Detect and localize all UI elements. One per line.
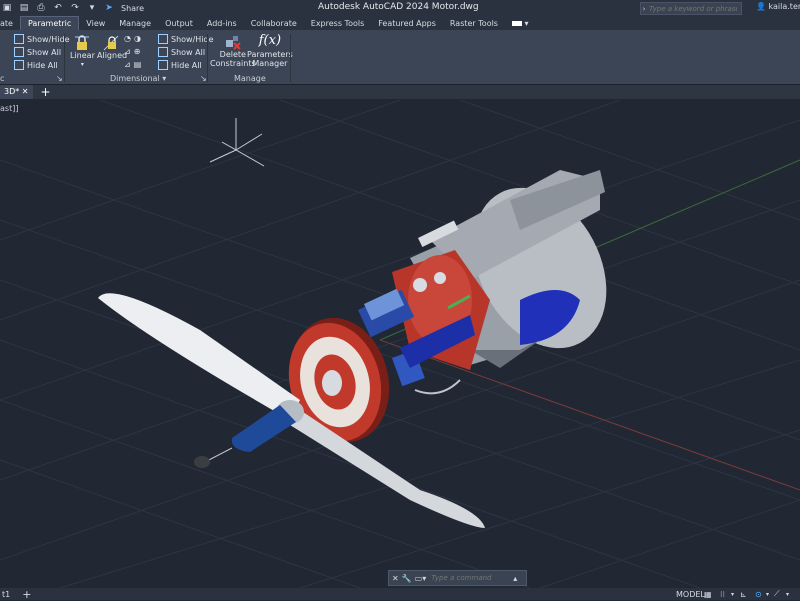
- linear-dimension-icon: [75, 35, 90, 50]
- command-input[interactable]: [429, 573, 514, 583]
- constraint-icon: ⊿: [124, 60, 131, 69]
- tab-add-ins[interactable]: Add-ins: [200, 17, 244, 30]
- model-space-toggle[interactable]: MODEL: [676, 590, 705, 599]
- diameter-icon: ◑: [133, 34, 141, 43]
- ribbon-tabs: ate Parametric View Manage Output Add-in…: [0, 16, 800, 30]
- status-bar: t1 + MODEL ▦ ⁝⁝ ▾ ⊾ ⊙ ▾ ⟋ ▾: [0, 588, 800, 601]
- lock-icon: ▤: [133, 60, 142, 69]
- show-hide-icon: [14, 34, 24, 44]
- search-input[interactable]: [647, 4, 739, 13]
- polar-icon[interactable]: ⊙: [755, 590, 762, 599]
- document-tabs: 3D* ✕ +: [0, 85, 800, 99]
- dimensional-hide-all-button[interactable]: Hide All: [158, 60, 202, 70]
- angular-dim-button[interactable]: ⊿ ⊕: [124, 47, 140, 56]
- geometric-panel-label[interactable]: c: [0, 74, 4, 83]
- show-all-icon: [158, 47, 168, 57]
- quick-access-toolbar: ▣ ▤ ⎙ ↶ ↷ ▾ ➤ Share: [0, 3, 144, 13]
- ribbon-panel: Show/Hide Show All Hide All c ↘ Linear ▾…: [0, 30, 800, 85]
- add-layout-button[interactable]: +: [22, 588, 31, 601]
- dropdown-icon[interactable]: ▾: [87, 3, 97, 13]
- drawing-viewport[interactable]: ast]]: [0, 100, 800, 588]
- wrench-icon[interactable]: 🔧: [402, 574, 412, 583]
- function-icon: f(x): [258, 33, 282, 48]
- show-hide-icon: [158, 34, 168, 44]
- radius-icon: ◔: [124, 34, 131, 43]
- delete-constraints-icon: [225, 36, 241, 50]
- close-icon[interactable]: ✕: [22, 87, 29, 96]
- tab-parametric[interactable]: Parametric: [19, 16, 80, 30]
- chevron-down-icon[interactable]: ▾: [786, 591, 789, 598]
- geometric-panel-launcher[interactable]: ↘: [56, 74, 63, 83]
- tab-featured-apps[interactable]: Featured Apps: [371, 17, 443, 30]
- panel-divider: [290, 34, 291, 82]
- geometric-show-all-button[interactable]: Show All: [14, 47, 61, 57]
- dimensional-panel-label[interactable]: Dimensional ▾: [110, 74, 166, 83]
- layout-tab[interactable]: t1: [2, 590, 10, 599]
- show-all-icon: [14, 47, 24, 57]
- ribbon-options-button[interactable]: ▾: [505, 17, 536, 30]
- title-bar: ▣ ▤ ⎙ ↶ ↷ ▾ ➤ Share Autodesk AutoCAD 202…: [0, 0, 800, 16]
- aligned-button[interactable]: Aligned: [97, 35, 127, 60]
- chevron-down-icon[interactable]: ▾: [766, 591, 769, 598]
- angular-icon: ⊿: [124, 47, 131, 56]
- tab-raster-tools[interactable]: Raster Tools: [443, 17, 505, 30]
- tab-express-tools[interactable]: Express Tools: [304, 17, 372, 30]
- chevron-down-icon[interactable]: ▾: [731, 591, 734, 598]
- tab-create[interactable]: ate: [0, 17, 20, 30]
- undo-icon[interactable]: ↶: [53, 3, 63, 13]
- dim-extra-button[interactable]: ⊿ ▤: [124, 60, 141, 69]
- chevron-down-icon: ▾: [162, 74, 167, 83]
- app-title: Autodesk AutoCAD 2024 Motor.dwg: [318, 2, 479, 12]
- x-axis-line: [379, 339, 800, 491]
- tab-collaborate[interactable]: Collaborate: [244, 17, 304, 30]
- ortho-icon[interactable]: ⊾: [740, 590, 747, 599]
- linear-button[interactable]: Linear ▾: [70, 35, 95, 69]
- close-icon[interactable]: ✕: [392, 574, 399, 583]
- search-box[interactable]: ›: [640, 2, 742, 15]
- document-tab-active[interactable]: 3D* ✕: [0, 85, 33, 99]
- radial-dim-button[interactable]: ◔ ◑: [124, 34, 141, 43]
- hide-all-icon: [14, 60, 24, 70]
- command-history-icon[interactable]: ▭▾: [415, 574, 427, 583]
- tab-view[interactable]: View: [79, 17, 112, 30]
- model-canvas: [0, 100, 800, 588]
- geometric-hide-all-button[interactable]: Hide All: [14, 60, 58, 70]
- user-name: kaila.tened: [768, 2, 800, 11]
- geometric-show-hide-button[interactable]: Show/Hide: [14, 34, 70, 44]
- save-icon[interactable]: ▣: [2, 3, 12, 13]
- grid-icon[interactable]: ▦: [704, 590, 712, 599]
- save-as-icon[interactable]: ▤: [19, 3, 29, 13]
- dimensional-show-all-button[interactable]: Show All: [158, 47, 205, 57]
- parameters-manager-button[interactable]: f(x) Parameters Manager: [247, 32, 293, 68]
- aligned-dimension-icon: [103, 35, 119, 51]
- manage-panel-label[interactable]: Manage: [234, 74, 266, 83]
- convert-icon: ⊕: [133, 47, 141, 56]
- print-icon[interactable]: ⎙: [36, 3, 46, 13]
- snap-icon[interactable]: ⁝⁝: [720, 590, 725, 599]
- redo-icon[interactable]: ↷: [70, 3, 80, 13]
- tab-output[interactable]: Output: [158, 17, 200, 30]
- grid-lines: [0, 100, 800, 588]
- tab-manage[interactable]: Manage: [112, 17, 158, 30]
- isodraft-icon[interactable]: ⟋: [774, 589, 780, 599]
- dimensional-panel-launcher[interactable]: ↘: [200, 74, 207, 83]
- chevron-up-icon[interactable]: ▴: [513, 574, 517, 583]
- panel-divider: [207, 34, 208, 82]
- command-line[interactable]: ✕ 🔧 ▭▾ ▴: [388, 570, 527, 586]
- share-button[interactable]: Share: [121, 4, 144, 13]
- user-account[interactable]: 👤 kaila.tened: [756, 2, 800, 11]
- chevron-down-icon: ▾: [80, 61, 84, 68]
- user-icon: 👤: [756, 2, 766, 11]
- dimensional-show-hide-button[interactable]: Show/Hide: [158, 34, 214, 44]
- hide-all-icon: [158, 60, 168, 70]
- new-tab-button[interactable]: +: [41, 85, 51, 99]
- share-icon[interactable]: ➤: [104, 3, 114, 13]
- panel-divider: [64, 34, 65, 82]
